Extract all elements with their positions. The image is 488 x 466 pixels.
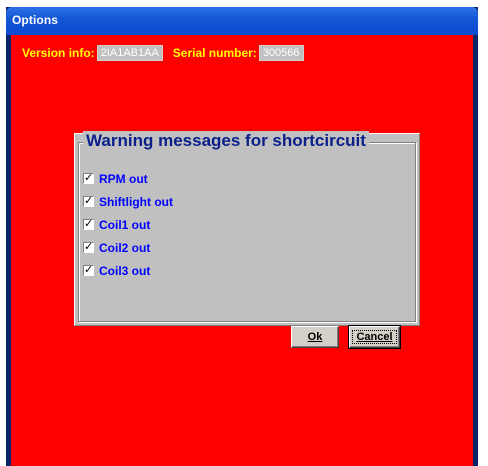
checkbox[interactable]: ✓ (83, 240, 94, 253)
checkbox-coil1-out[interactable]: ✓ Coil1 out (83, 213, 173, 236)
cancel-button[interactable]: Cancel (348, 325, 401, 349)
checkbox-coil3-out[interactable]: ✓ Coil3 out (83, 259, 173, 282)
version-info-label: Version info: (22, 46, 95, 60)
checkmark-icon: ✓ (84, 171, 94, 184)
title-bar[interactable]: Options (6, 7, 478, 35)
checkbox[interactable]: ✓ (83, 171, 94, 184)
checkbox-label[interactable]: Coil1 out (99, 218, 150, 232)
warning-checkbox-list: ✓ RPM out ✓ Shiftlight out ✓ Coil1 out ✓… (83, 167, 173, 282)
checkmark-icon: ✓ (84, 194, 94, 207)
checkmark-icon: ✓ (84, 240, 94, 253)
checkbox-rpm-out[interactable]: ✓ RPM out (83, 167, 173, 190)
cancel-button-label: Cancel (352, 330, 397, 344)
options-client-area: Version info: 2IA1AB1AA Serial number: 3… (11, 35, 473, 466)
window-title: Options (12, 13, 59, 27)
serial-number-value: 300566 (258, 45, 304, 61)
checkbox-label[interactable]: RPM out (99, 172, 148, 186)
group-title: Warning messages for shortcircuit (83, 131, 369, 151)
checkbox[interactable]: ✓ (83, 194, 94, 207)
ok-button[interactable]: Ok (291, 326, 339, 348)
checkbox-shiftlight-out[interactable]: ✓ Shiftlight out (83, 190, 173, 213)
options-window: Options Version info: 2IA1AB1AA Serial n… (6, 7, 478, 466)
version-info-value: 2IA1AB1AA (96, 45, 163, 61)
checkbox-label[interactable]: Coil2 out (99, 241, 150, 255)
checkbox-label[interactable]: Shiftlight out (99, 195, 173, 209)
checkbox-coil2-out[interactable]: ✓ Coil2 out (83, 236, 173, 259)
shortcircuit-warnings-group: Warning messages for shortcircuit ✓ RPM … (74, 131, 420, 349)
checkbox[interactable]: ✓ (83, 263, 94, 276)
info-row: Version info: 2IA1AB1AA Serial number: 3… (22, 45, 314, 61)
checkbox[interactable]: ✓ (83, 217, 94, 230)
checkmark-icon: ✓ (84, 217, 94, 230)
checkmark-icon: ✓ (84, 263, 94, 276)
serial-number-label: Serial number: (172, 46, 257, 60)
checkbox-label[interactable]: Coil3 out (99, 264, 150, 278)
